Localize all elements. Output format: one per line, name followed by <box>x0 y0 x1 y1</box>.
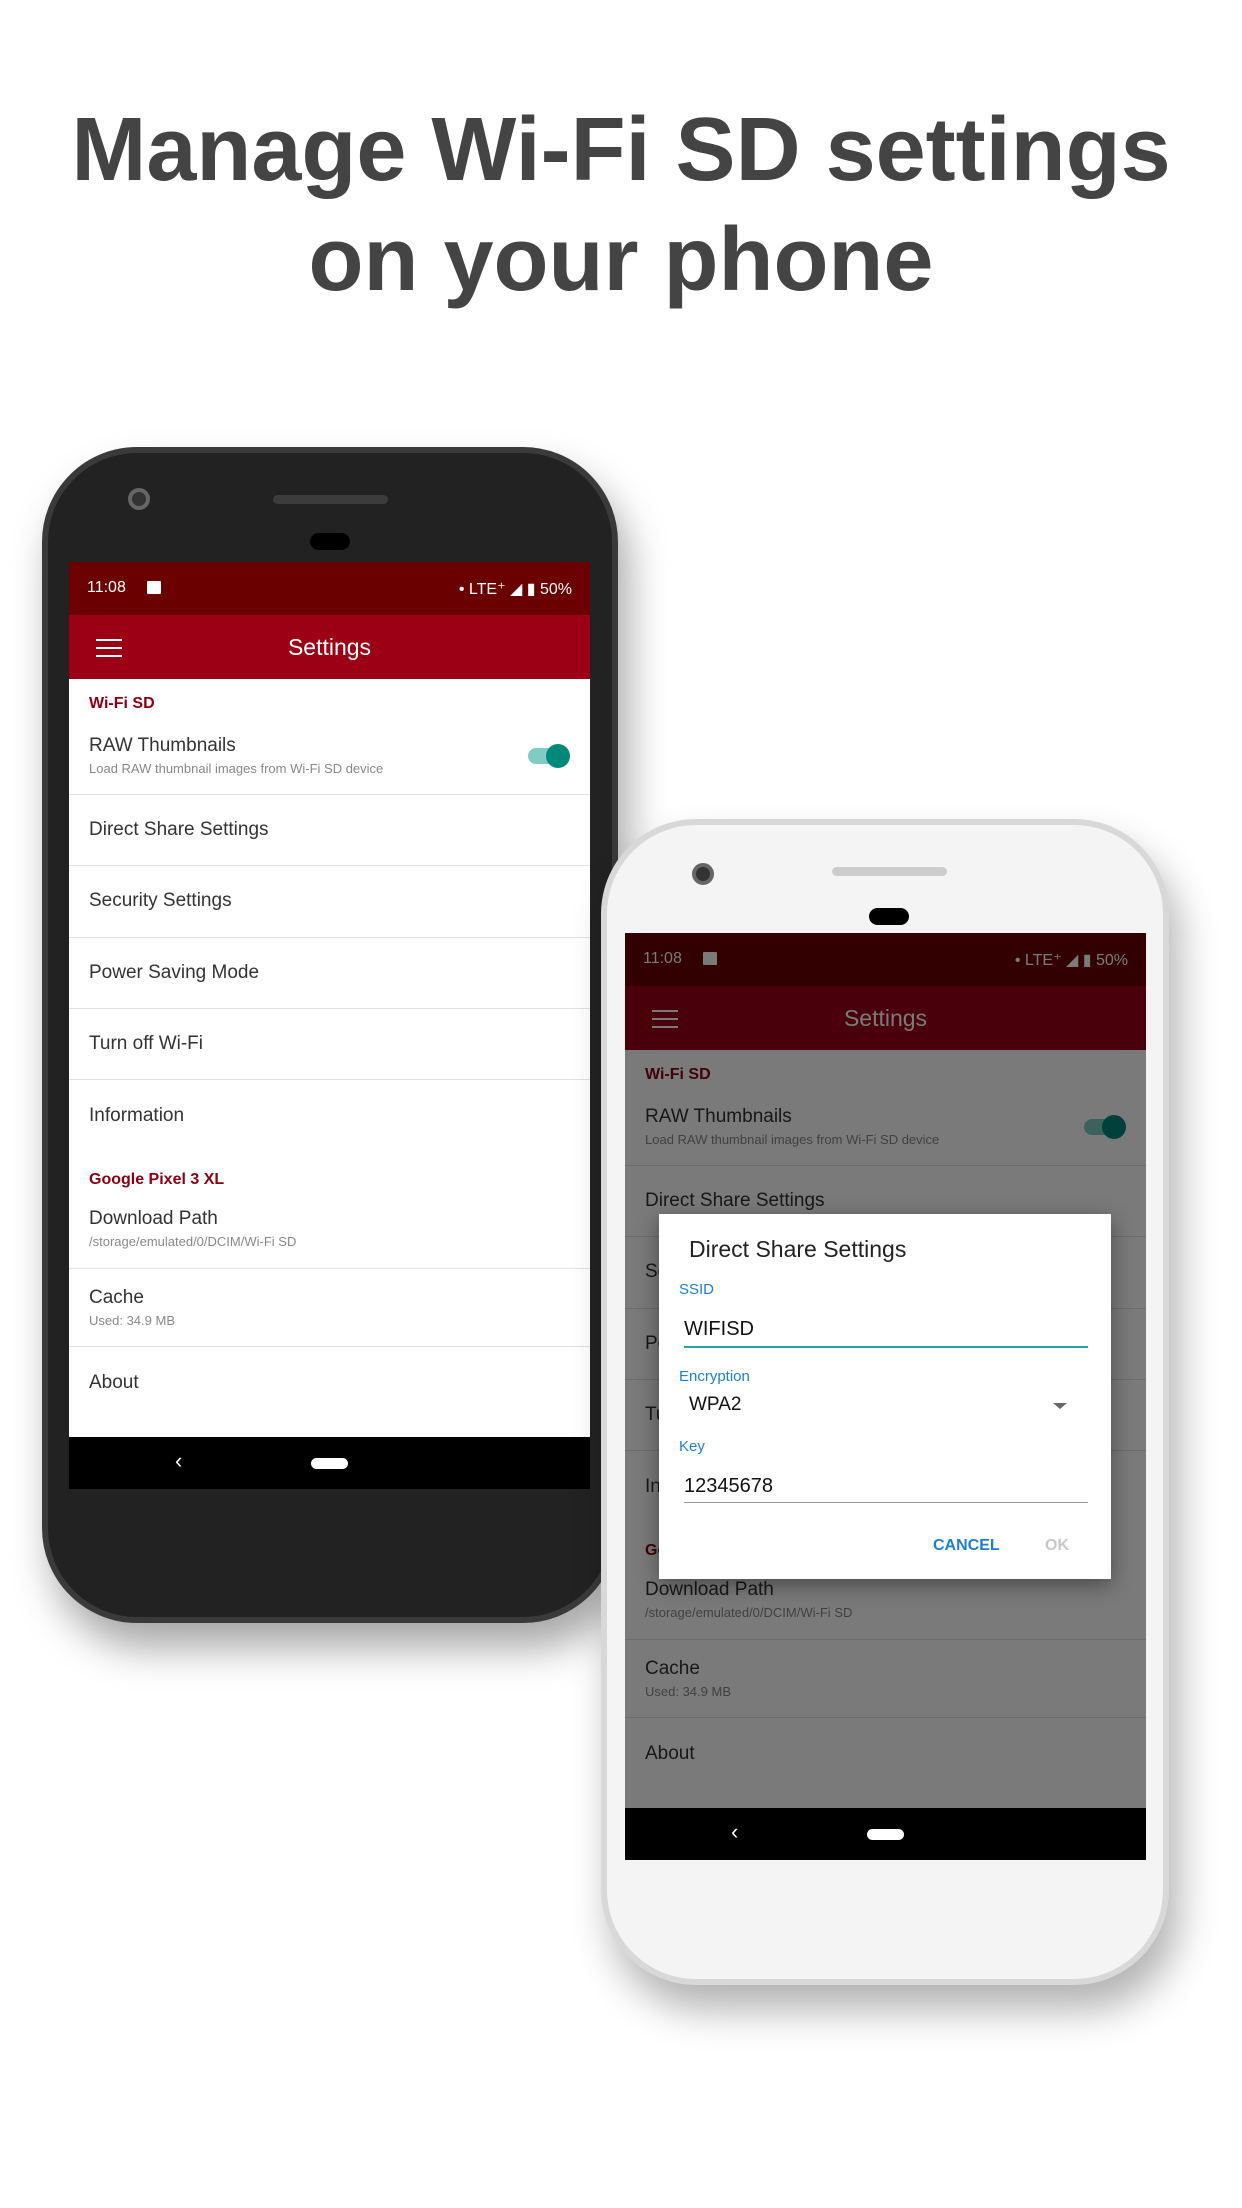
setting-download-path[interactable]: Download Path /storage/emulated/0/DCIM/W… <box>69 1197 590 1269</box>
setting-title: Download Path <box>89 1208 218 1229</box>
setting-direct-share[interactable]: Direct Share Settings <box>69 795 590 866</box>
status-bar: 11:08 • LTE⁺ ◢ ▮ 50% <box>69 562 590 615</box>
cancel-button[interactable]: CANCEL <box>933 1537 1000 1555</box>
front-camera <box>128 488 150 510</box>
setting-power-saving[interactable]: Power Saving Mode <box>69 938 590 1009</box>
setting-information[interactable]: Information <box>69 1080 590 1152</box>
ssid-input[interactable]: WIFISD <box>684 1318 754 1341</box>
direct-share-dialog: Direct Share Settings SSID WIFISD Encryp… <box>659 1214 1111 1579</box>
setting-raw-thumbnails[interactable]: RAW Thumbnails Load RAW thumbnail images… <box>69 722 590 795</box>
key-label: Key <box>679 1438 705 1455</box>
setting-security[interactable]: Security Settings <box>69 866 590 938</box>
sensor <box>310 533 350 550</box>
earpiece-speaker <box>832 867 947 876</box>
headline: Manage Wi-Fi SD settings on your phone <box>0 95 1242 315</box>
setting-subtitle: Load RAW thumbnail images from Wi-Fi SD … <box>89 761 384 776</box>
back-button[interactable]: ‹ <box>731 1819 738 1845</box>
app-bar: Settings <box>69 615 590 679</box>
earpiece-speaker <box>273 495 388 504</box>
headline-line-2: on your phone <box>308 210 934 310</box>
sensor <box>869 908 909 925</box>
setting-title: Security Settings <box>89 890 232 911</box>
image-notification-icon <box>147 581 161 594</box>
key-underline <box>684 1502 1088 1503</box>
raw-thumbnails-toggle[interactable] <box>528 744 570 768</box>
encryption-select[interactable]: WPA2 <box>689 1394 741 1416</box>
phone-screen-settings: 11:08 • LTE⁺ ◢ ▮ 50% Settings Wi-Fi SD R… <box>69 562 590 1489</box>
navigation-bar: ‹ <box>69 1437 590 1489</box>
headline-line-1: Manage Wi-Fi SD settings <box>71 100 1171 200</box>
home-button[interactable] <box>311 1458 348 1469</box>
setting-subtitle: /storage/emulated/0/DCIM/Wi-Fi SD <box>89 1234 297 1249</box>
ok-button[interactable]: OK <box>1045 1537 1069 1555</box>
setting-cache[interactable]: Cache Used: 34.9 MB <box>69 1269 590 1347</box>
home-button[interactable] <box>867 1829 904 1840</box>
status-indicators: • LTE⁺ ◢ ▮ 50% <box>458 581 572 598</box>
setting-title: RAW Thumbnails <box>89 735 236 756</box>
app-bar-title: Settings <box>287 634 372 660</box>
key-input[interactable]: 12345678 <box>684 1475 773 1498</box>
setting-title: Direct Share Settings <box>89 819 269 840</box>
setting-title: Turn off Wi-Fi <box>89 1033 204 1054</box>
setting-turn-off-wifi[interactable]: Turn off Wi-Fi <box>69 1009 590 1080</box>
section-header-device: Google Pixel 3 XL <box>89 1171 225 1188</box>
status-time: 11:08 <box>87 579 126 596</box>
setting-title: Cache <box>89 1287 144 1308</box>
setting-subtitle: Used: 34.9 MB <box>89 1313 175 1328</box>
front-camera <box>692 863 714 885</box>
section-header-wifi-sd: Wi-Fi SD <box>89 695 155 712</box>
setting-title: Information <box>89 1105 185 1126</box>
phone-screen-dialog: 11:08 • LTE⁺ ◢ ▮ 50% Settings Wi-Fi SD R… <box>625 933 1146 1860</box>
setting-title: About <box>89 1372 139 1393</box>
ssid-label: SSID <box>679 1281 715 1298</box>
encryption-label: Encryption <box>679 1368 750 1385</box>
ssid-underline <box>684 1346 1088 1348</box>
back-button[interactable]: ‹ <box>175 1448 182 1474</box>
setting-title: Power Saving Mode <box>89 962 260 983</box>
setting-about[interactable]: About <box>69 1347 590 1422</box>
navigation-bar: ‹ <box>625 1808 1146 1860</box>
dropdown-arrow-icon[interactable] <box>1053 1403 1067 1409</box>
dialog-title: Direct Share Settings <box>689 1236 907 1262</box>
